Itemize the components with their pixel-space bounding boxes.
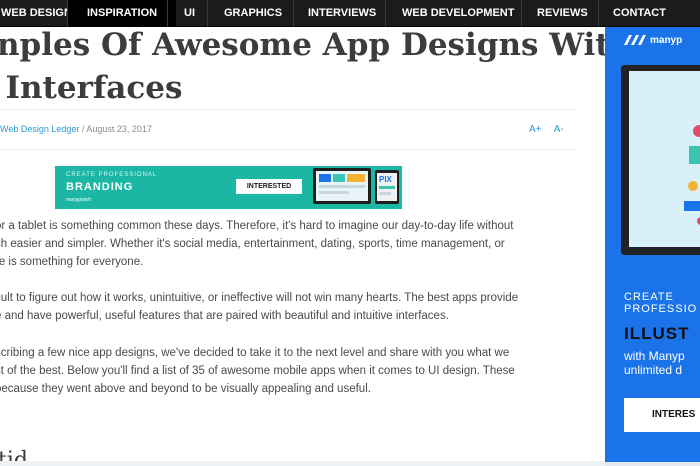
article-title-line: e Interfaces [0, 70, 183, 106]
monitor-screen [629, 71, 700, 247]
bottom-bar [0, 461, 605, 466]
nav-item-inspiration[interactable]: INSPIRATION [68, 0, 177, 27]
sidebar-ad-logo: manyp [624, 35, 682, 46]
banner-ad-brand: manypixels [66, 197, 92, 203]
sidebar-ad-line: with Manyp [624, 349, 685, 363]
paragraph-line: because they went above and beyond to be… [0, 383, 371, 395]
paragraph-line: re is something for everyone. [0, 256, 144, 268]
devices-mockup-image: PIX [313, 166, 402, 209]
sidebar-ad-logo-text: manyp [650, 35, 683, 46]
paragraph-line: or a tablet is something common these da… [0, 220, 514, 232]
sidebar-ad-line: unlimited d [624, 363, 683, 377]
illustration-image [629, 71, 700, 247]
divider [0, 109, 578, 110]
author-link[interactable]: Web Design Ledger [0, 124, 79, 134]
paragraph-line: e and have powerful, useful features tha… [0, 310, 449, 322]
article-title-line: nples Of Awesome App Designs With [0, 27, 605, 63]
article-meta: Web Design Ledger / August 23, 2017 [0, 124, 152, 134]
sidebar-ad-line: PROFESSIO [624, 303, 698, 315]
paragraph-line: cult to figure out how it works, unintui… [0, 292, 519, 304]
article-paragraph: cult to figure out how it works, unintui… [0, 289, 595, 325]
banner-ad-headline: BRANDING [66, 181, 134, 193]
sidebar-ad-headline: ILLUST [624, 324, 690, 343]
banner-ad-interested-button[interactable]: INTERESTED [236, 179, 302, 194]
nav-item-ui[interactable]: UI [168, 0, 211, 27]
article-paragraph: scribing a few nice app designs, we've d… [0, 344, 595, 398]
nav-item-web-development[interactable]: WEB DEVELOPMENT [386, 0, 530, 27]
nav-item-interviews[interactable]: INTERVIEWS [294, 0, 390, 27]
nav-item-reviews[interactable]: REVIEWS [522, 0, 603, 27]
paragraph-line: ch easier and simpler. Whether it's soci… [0, 238, 505, 250]
paragraph-line: scribing a few nice app designs, we've d… [0, 347, 510, 359]
manypixels-logo-icon [624, 35, 646, 46]
svg-text:PIX: PIX [379, 175, 393, 184]
bottom-bar [605, 462, 700, 466]
nav-item-contact[interactable]: CONTACT [599, 0, 680, 27]
paragraph-line: st of the best. Below you'll find a list… [0, 365, 515, 377]
article-title: nples Of Awesome App Designs With e Inte… [0, 27, 605, 110]
sidebar-ad-subtext: with Manyp unlimited d [624, 349, 685, 377]
monitor-mockup-image [621, 65, 700, 255]
sidebar-ad-text: CREATE PROFESSIO [624, 291, 697, 315]
top-navigation: WEB DESIGN INSPIRATION UI GRAPHICS INTER… [0, 0, 700, 27]
sidebar-ad-line: CREATE [624, 291, 674, 303]
font-size-controls: A+ A- [529, 124, 574, 135]
divider [0, 149, 578, 150]
article-paragraph: or a tablet is something common these da… [0, 217, 595, 271]
article: nples Of Awesome App Designs With e Inte… [0, 27, 605, 466]
sidebar-ad-interested-button[interactable]: INTERES [624, 398, 700, 432]
publish-date: / August 23, 2017 [79, 124, 152, 134]
banner-ad[interactable]: CREATE PROFESSIONAL BRANDING manypixels … [55, 166, 402, 209]
font-decrease-button[interactable]: A- [554, 124, 564, 135]
sidebar-ad[interactable]: manyp CREATE PROFESSIO ILLUST with Manyp… [605, 27, 700, 466]
banner-ad-small-text: CREATE PROFESSIONAL [66, 172, 158, 178]
nav-item-graphics[interactable]: GRAPHICS [208, 0, 298, 27]
font-increase-button[interactable]: A+ [529, 124, 542, 135]
